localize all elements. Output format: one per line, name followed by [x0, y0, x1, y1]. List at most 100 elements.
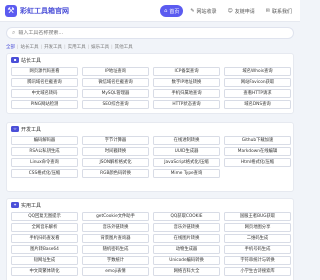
tool-button[interactable]: 微信域名拦截查询: [82, 78, 149, 87]
nav-site-submit-label: 网站收录: [196, 8, 217, 15]
tool-button[interactable]: 在线图片转换: [153, 234, 220, 243]
tool-button[interactable]: 字符串统计与转换: [224, 256, 291, 265]
tool-button[interactable]: 短网址生成: [11, 256, 78, 265]
tool-button[interactable]: 动物生成器: [153, 245, 220, 254]
tool-button[interactable]: 中文简繁体转化: [11, 267, 78, 276]
tool-button[interactable]: 编码解码器: [11, 136, 78, 145]
tool-button[interactable]: UUID生成器: [153, 147, 220, 156]
separator: |: [87, 44, 90, 50]
tool-button[interactable]: MySQL管理器: [82, 89, 149, 98]
tool-button[interactable]: 背景图片查询器: [82, 234, 149, 243]
tool-button[interactable]: 域名Whois查询: [224, 67, 291, 76]
tool-button[interactable]: RSA公私钥生成: [11, 147, 78, 156]
nav-contact[interactable]: ✉ 联系我们: [262, 5, 296, 17]
tool-button[interactable]: 在线进制转换: [153, 136, 220, 145]
section-header: ‹› 开发工具: [11, 125, 41, 133]
tool-button[interactable]: SEO综合查询: [82, 100, 149, 109]
mail-icon: ✉: [265, 7, 270, 14]
user-icon: ☺: [227, 7, 233, 14]
separator: |: [111, 44, 113, 50]
tool-button[interactable]: 字数统计: [82, 256, 149, 265]
tool-button[interactable]: 音乐外链转换: [82, 223, 149, 232]
tool-button[interactable]: 时间戳转换: [82, 147, 149, 156]
category-fun[interactable]: 娱乐工具: [91, 44, 109, 50]
tool-button[interactable]: 网站Favicon获取: [224, 78, 291, 87]
section-header: ✦ 实用工具: [11, 201, 41, 209]
tool-button[interactable]: 字节计算器: [82, 136, 149, 145]
search-icon[interactable]: ⌕: [12, 29, 15, 37]
section-header: ▪ 站长工具: [11, 56, 41, 64]
tool-button[interactable]: PING网站检测: [11, 100, 78, 109]
nav-contact-label: 联系我们: [271, 8, 292, 15]
tool-button[interactable]: 查看HTTP请求: [224, 89, 291, 98]
tool-button[interactable]: 手机号码生成: [224, 245, 291, 254]
nav-home[interactable]: ⌂ 首页: [160, 5, 184, 17]
tool-button[interactable]: 手机归属地查询: [153, 89, 220, 98]
tool-button[interactable]: 网页源代码查看: [11, 67, 78, 76]
tool-button[interactable]: 手机扫码查发看: [11, 234, 78, 243]
category-practical[interactable]: 实用工具: [68, 44, 86, 50]
tool-grid: 编码解码器 字节计算器 在线进制转换 Github下载加速 RSA公私钥生成 时间戳转换 U…: [11, 136, 291, 178]
category-all[interactable]: 全部: [6, 44, 15, 50]
search-input[interactable]: [18, 30, 279, 36]
site-logo[interactable]: ⚒ 彩虹工具箱官网: [5, 4, 69, 18]
tool-button[interactable]: JSON解析格式化: [82, 158, 149, 167]
tool-button[interactable]: Unicode编码转换: [153, 256, 220, 265]
tool-button[interactable]: ICP备案查询: [153, 67, 220, 76]
separator: |: [64, 44, 66, 50]
site-title: 彩虹工具箱官网: [20, 7, 69, 15]
tool-button[interactable]: QQ回复无图提示: [11, 212, 78, 221]
tool-button[interactable]: 随机密码生成: [82, 245, 149, 254]
tool-button[interactable]: 二维码生成: [224, 234, 291, 243]
tool-button[interactable]: 小学生古诗搜索库: [224, 267, 291, 276]
category-other[interactable]: 其他工具: [115, 44, 133, 50]
main-nav: ⌂ 首页 ✎ 网站收录 ☺ 友链申请 ✉ 联系我们: [160, 5, 296, 17]
tool-button[interactable]: 音乐外链转换: [153, 223, 220, 232]
wrench-icon: ✦: [11, 202, 19, 208]
tool-button[interactable]: Mime Type查询: [153, 169, 220, 178]
tool-button[interactable]: Github下载加速: [224, 136, 291, 145]
code-icon: ‹›: [11, 126, 19, 132]
tool-button[interactable]: 网络百科大全: [153, 267, 220, 276]
tool-button[interactable]: Html格式化/压缩: [224, 158, 291, 167]
tool-button[interactable]: IP地址查询: [82, 67, 149, 76]
tool-button[interactable]: 数字IP地址转换: [153, 78, 220, 87]
section-webmaster-tools: ▪ 站长工具 网页源代码查看 IP地址查询 ICP备案查询 域名Whois查询腾讯域名…: [6, 53, 294, 114]
separator: |: [17, 44, 19, 50]
toolbox-logo-icon: ⚒: [5, 5, 17, 17]
separator: |: [40, 44, 43, 50]
link-icon: ✎: [190, 7, 195, 14]
tool-button[interactable]: JavaScript格式化/压缩: [153, 158, 220, 167]
category-icon: ▪: [11, 57, 19, 63]
tool-button[interactable]: 图片转Base64: [11, 245, 78, 254]
tool-button[interactable]: 中文域名转码: [11, 89, 78, 98]
category-dev[interactable]: 开发工具: [44, 44, 62, 50]
section-practical-tools: ✦ 实用工具 QQ回复无图提示 getCookie文件助手 QQ获取COOKIE 国服…: [6, 198, 294, 280]
category-webmaster[interactable]: 站长工具: [21, 44, 39, 50]
tool-button[interactable]: 网页地图分享: [224, 223, 291, 232]
top-navigation-bar: ⚒ 彩虹工具箱官网 ⌂ 首页 ✎ 网站收录 ☺ 友链申请 ✉ 联系我们: [0, 0, 300, 22]
tool-button[interactable]: getCookie文件助手: [82, 212, 149, 221]
nav-site-submit[interactable]: ✎ 网站收录: [186, 5, 220, 17]
nav-home-label: 首页: [169, 8, 180, 15]
tool-button[interactable]: 全网音乐解析: [11, 223, 78, 232]
tool-button[interactable]: emoji表情: [82, 267, 149, 276]
tool-grid: QQ回复无图提示 getCookie文件助手 QQ获取COOKIE 国服王者BUG获取…: [11, 212, 291, 276]
tool-grid: 网页源代码查看 IP地址查询 ICP备案查询 域名Whois查询腾讯域名拦截查询 微信域…: [11, 67, 291, 109]
tool-button[interactable]: 腾讯域名拦截查询: [11, 78, 78, 87]
tool-button[interactable]: RGB颜色码转换: [82, 169, 149, 178]
section-title: 站长工具: [21, 57, 42, 64]
tool-button[interactable]: 国服王者BUG获取: [224, 212, 291, 221]
category-filter: 全部 | 站长工具 | 开发工具 | 实用工具 | 娱乐工具 | 其他工具: [6, 43, 296, 51]
nav-friend-links-label: 友链申请: [234, 8, 255, 15]
nav-friend-links[interactable]: ☺ 友链申请: [224, 5, 259, 17]
section-title: 开发工具: [21, 126, 42, 133]
tool-button[interactable]: HTTP状态查询: [153, 100, 220, 109]
section-dev-tools: ‹› 开发工具 编码解码器 字节计算器 在线进制转换 Github下载加速 RSA公私钥…: [6, 122, 294, 192]
tool-button[interactable]: Markdown在线编辑: [224, 147, 291, 156]
tool-button[interactable]: Linux命令查询: [11, 158, 78, 167]
tool-button[interactable]: CSS格式化/压缩: [11, 169, 78, 178]
tool-button[interactable]: QQ获取COOKIE: [153, 212, 220, 221]
tool-button[interactable]: 域名DNS查询: [224, 100, 291, 109]
section-title: 实用工具: [21, 202, 42, 209]
